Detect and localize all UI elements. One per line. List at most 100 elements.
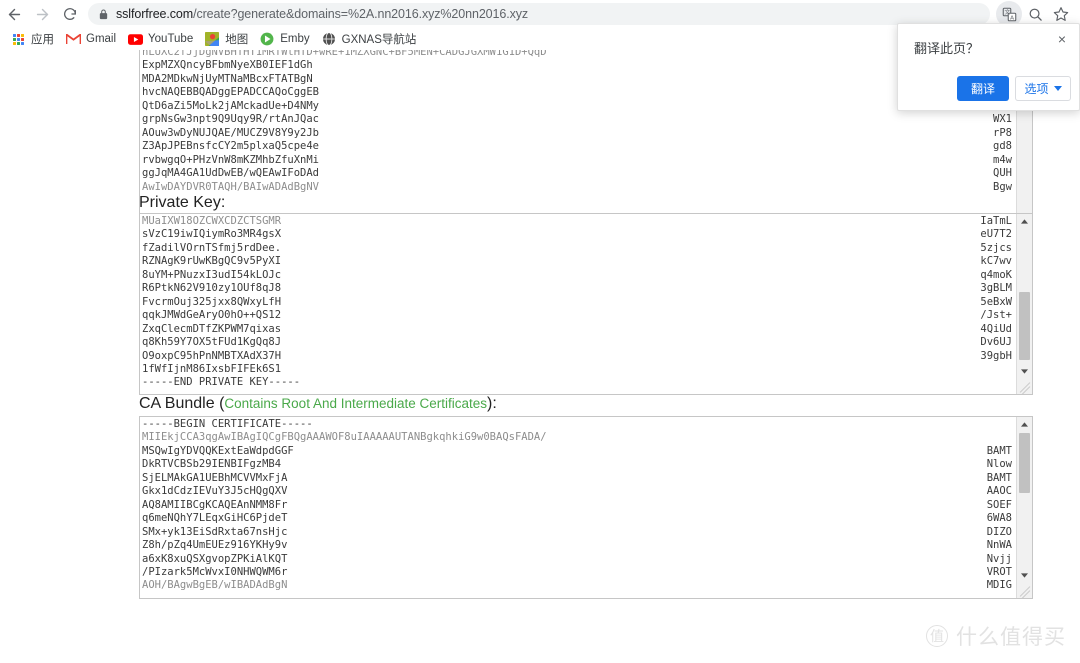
cert-line: hLUXC2fJjDgNVBHTHT1MRTWtHTD+wRE+1MZXGNC+… — [142, 50, 1016, 59]
cert-line-tail: NnWA — [986, 539, 1012, 552]
cert-line: /PIzark5McWvxI0NHWQWM6r VROT — [142, 566, 1016, 579]
cert-line-tail: 3gBLM — [980, 282, 1012, 295]
globe-icon — [321, 31, 337, 47]
ca-bundle-hint: Contains Root And Intermediate Certifica… — [224, 396, 488, 411]
scroll-down-arrow[interactable] — [1017, 568, 1032, 583]
cert-line-head: 1fWfIjnM86IxsbFIFEk6S1 — [142, 362, 282, 375]
cert-line-tail: DIZO — [986, 525, 1012, 538]
cert-line: AwIwDAYDVR0TAQH/BAIwADAdBgNV Bgw — [142, 181, 1016, 194]
bookmark-apps[interactable]: 应用 — [8, 29, 61, 49]
private-key-scrollbar[interactable] — [1016, 214, 1032, 394]
cert-line: a6xK8xuQSXgvopZPKiAlKQT Nvjj — [142, 553, 1016, 566]
resize-grip[interactable] — [1017, 583, 1032, 598]
cert-line-tail: gd8 — [993, 140, 1012, 153]
forward-button[interactable] — [28, 0, 56, 28]
cert-line-head: MUaIXW18OZCWXCDZCTSGMR — [142, 215, 282, 227]
cert-line: Z3ApJPEBnsfcCY2m5plxaQ5cpe4e gd8 — [142, 140, 1016, 153]
cert-line: rvbwgqO+PHzVnW8mKZMhbZfuXnMi m4w — [142, 154, 1016, 167]
cert-line-tail: /Jst+ — [980, 309, 1012, 322]
cert-line: SjELMAkGA1UEBhMCVVMxFjA BAMT — [142, 472, 1016, 485]
cert-line-head: AQ8AMIIBCgKCAQEAnNMM8Fr — [142, 498, 288, 511]
cert-line-tail: 4QiUd — [980, 322, 1012, 335]
bookmark-gmail[interactable]: Gmail — [63, 29, 123, 49]
cert-line-head: SjELMAkGA1UEBhMCVVMxFjA — [142, 471, 288, 484]
cert-line: MUaIXW18OZCWXCDZCTSGMR IaTmL — [142, 215, 1016, 228]
cert-line: fZadilVOrnTSfmj5rdDee. 5zjcs — [142, 242, 1016, 255]
cert-line-tail: WX1 — [993, 113, 1012, 126]
cert-line: ExpMZXQncyBFbmNyeXB0IEF1dGh w0y — [142, 59, 1016, 72]
scroll-thumb[interactable] — [1019, 292, 1030, 360]
cert-line-tail: QUH — [993, 167, 1012, 180]
translate-options-label: 选项 — [1024, 82, 1049, 96]
cert-line-tail: Dv6UJ — [980, 336, 1012, 349]
svg-text:A: A — [1010, 15, 1014, 21]
bookmark-emby[interactable]: Emby — [257, 29, 316, 49]
cert-line-head: ggJqMA4GA1UdDwEB/wQEAwIFoDAd — [142, 167, 320, 180]
private-key-label-text: Private Key: — [139, 194, 226, 211]
cert-line-head: -----END PRIVATE KEY----- — [142, 376, 301, 389]
reload-button[interactable] — [56, 0, 84, 28]
cert-line: DkRTVCBSb29IENBIFgzMB4 Nlow — [142, 458, 1016, 471]
cert-line-tail: 39gbH — [980, 349, 1012, 362]
bookmark-maps[interactable]: 地图 — [202, 29, 255, 49]
page-viewport: hLUXC2fJjDgNVBHTHT1MRTWtHTD+wRE+1MZXGNC+… — [0, 50, 1080, 663]
cert-line-tail: 6WA8 — [986, 512, 1012, 525]
scroll-down-arrow[interactable] — [1017, 364, 1032, 379]
cert-line-head: AwIwDAYDVR0TAQH/BAIwADAdBgNV — [142, 180, 320, 193]
cert-line: Gkx1dCdzIEVuY3J5cHQgQXV AAOC — [142, 485, 1016, 498]
translate-accept-button[interactable]: 翻译 — [957, 76, 1009, 101]
cert-line-head: q8Kh59Y7OX5tFUd1KgQq8J — [142, 336, 282, 349]
url-path: /create?generate&domains=%2A.nn2016.xyz%… — [193, 7, 529, 21]
scroll-thumb[interactable] — [1019, 433, 1030, 493]
cert-line-tail: AAOC — [986, 485, 1012, 498]
back-button[interactable] — [0, 0, 28, 28]
ca-bundle-label: CA Bundle (Contains Root And Intermediat… — [139, 395, 497, 412]
bookmark-youtube[interactable]: YouTube — [125, 29, 200, 49]
cert-line-head: sVzC19iwIQiymRo3MR4gsX — [142, 228, 282, 241]
scroll-up-arrow[interactable] — [1017, 417, 1032, 432]
cert-line-head: QtD6aZi5MoLk2jAMckadUe+D4NMy — [142, 99, 320, 112]
bookmark-gxnas[interactable]: GXNAS导航站 — [319, 29, 424, 49]
cert-line-head: ExpMZXQncyBFbmNyeXB0IEF1dGh — [142, 59, 313, 72]
cert-line-tail: kC7wv — [980, 255, 1012, 268]
bookmark-label: Emby — [280, 33, 310, 45]
close-icon[interactable]: × — [1053, 30, 1071, 48]
cert-line: Z8h/pZq4UmEUEz916YKHy9v NnWA — [142, 539, 1016, 552]
cert-line: -----END PRIVATE KEY----- — [142, 376, 1016, 389]
cert-line-head: qqkJMWdGeAryO0hO++QS12 — [142, 309, 282, 322]
cert-line-head: SMx+yk13EiSdRxta67nsHjc — [142, 525, 288, 538]
private-key-textarea[interactable]: MUaIXW18OZCWXCDZCTSGMR IaTmL sVzC19iwIQi… — [139, 213, 1033, 395]
bookmark-label: YouTube — [148, 33, 194, 45]
cert-line-head: DkRTVCBSb29IENBIFgzMB4 — [142, 458, 282, 471]
cert-line-head: R6PtkN62V910zy1OUf8qJ8 — [142, 282, 282, 295]
cert-line: q8Kh59Y7OX5tFUd1KgQq8J Dv6UJ — [142, 336, 1016, 349]
cert-line: AOH/BAgwBgEB/wIBADAdBgN MDIG — [142, 579, 1016, 592]
cert-line-head: q6meNQhY7LEqxGiHC6PjdeT — [142, 512, 288, 525]
watermark-mark: 值 — [926, 625, 948, 647]
ca-bundle-scrollbar[interactable] — [1016, 417, 1032, 598]
cert-line-head: Z3ApJPEBnsfcCY2m5plxaQ5cpe4e — [142, 140, 320, 153]
cert-line-tail: 5eBxW — [980, 295, 1012, 308]
cert-line-tail: 5zjcs — [980, 241, 1012, 254]
cert-line-tail: VROT — [986, 565, 1012, 578]
address-bar[interactable]: sslforfree.com/create?generate&domains=%… — [88, 3, 990, 25]
cert-line-head: hvcNAQEBBQADggEPADCCAQoCggEB — [142, 86, 320, 99]
cert-line-tail: eU7T2 — [980, 228, 1012, 241]
resize-grip[interactable] — [1017, 379, 1032, 394]
cert-line-tail: Nvjj — [986, 552, 1012, 565]
chevron-down-icon — [1053, 86, 1062, 91]
scroll-up-arrow[interactable] — [1017, 214, 1032, 229]
cert-line-head: -----BEGIN CERTIFICATE----- — [142, 418, 313, 430]
cert-line-tail: Bgw — [993, 180, 1012, 193]
translate-options-button[interactable]: 选项 — [1015, 76, 1071, 101]
ca-bundle-textarea[interactable]: -----BEGIN CERTIFICATE----- MIIEkjCCA3qg… — [139, 416, 1033, 599]
cert-line-head: O9oxpC95hPnNMBTXAdX37H — [142, 349, 282, 362]
cert-line: ggJqMA4GA1UdDwEB/wQEAwIFoDAd QUH — [142, 167, 1016, 180]
cert-line: 8uYM+PNuzxI3udI54kLOJc q4moK — [142, 269, 1016, 282]
private-key-content: MUaIXW18OZCWXCDZCTSGMR IaTmL sVzC19iwIQi… — [140, 214, 1016, 394]
cert-line: R6PtkN62V910zy1OUf8qJ8 3gBLM — [142, 282, 1016, 295]
cert-line: qqkJMWdGeAryO0hO++QS12 /Jst+ — [142, 309, 1016, 322]
cert-line: QtD6aZi5MoLk2jAMckadUe+D4NMy sNL — [142, 100, 1016, 113]
cert-line: q6meNQhY7LEqxGiHC6PjdeT 6WA8 — [142, 512, 1016, 525]
cert-line-tail: q4moK — [980, 268, 1012, 281]
